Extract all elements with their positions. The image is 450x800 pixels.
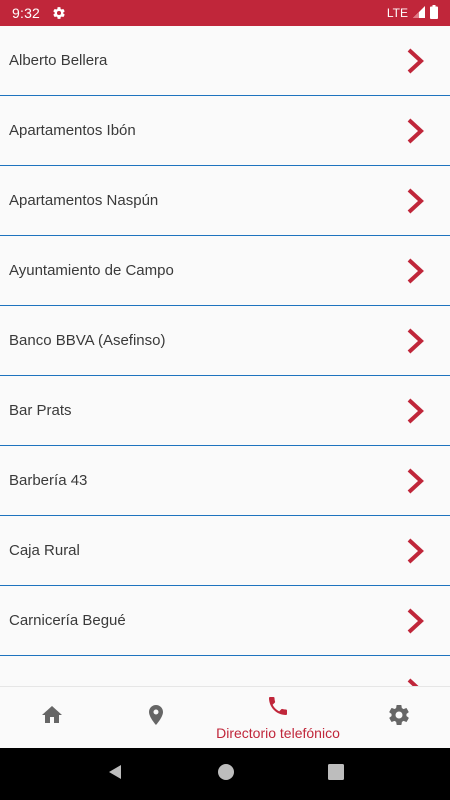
directory-list-item[interactable]: Caja Rural — [0, 516, 450, 586]
bottom-navigation: Directorio telefónico — [0, 686, 450, 748]
status-gear-icon — [52, 6, 66, 20]
directory-list-item[interactable]: Apartamentos Ibón — [0, 96, 450, 166]
phone-icon — [266, 694, 290, 723]
chevron-right-icon — [404, 396, 426, 426]
chevron-right-icon — [404, 536, 426, 566]
nav-home[interactable] — [0, 687, 104, 748]
directory-item-label: Carnicería Begué — [9, 612, 126, 629]
chevron-right-icon — [404, 186, 426, 216]
home-circle-icon[interactable] — [217, 763, 235, 786]
signal-icon — [413, 5, 425, 21]
nav-directory[interactable]: Directorio telefónico — [208, 687, 348, 748]
gear-icon — [387, 703, 411, 732]
back-icon[interactable] — [106, 763, 124, 786]
directory-list-item[interactable]: Banco BBVA (Asefinso) — [0, 306, 450, 376]
directory-list-item[interactable]: Carnicería Begué — [0, 586, 450, 656]
directory-list-item[interactable] — [0, 656, 450, 686]
battery-icon — [430, 4, 438, 22]
nav-map[interactable] — [104, 687, 208, 748]
home-icon — [40, 703, 64, 732]
directory-item-label: Caja Rural — [9, 542, 80, 559]
network-type: LTE — [386, 6, 408, 20]
directory-item-label: Apartamentos Ibón — [9, 122, 136, 139]
status-bar: 9:32 LTE — [0, 0, 450, 26]
chevron-right-icon — [404, 326, 426, 356]
chevron-right-icon — [404, 466, 426, 496]
nav-settings[interactable] — [348, 687, 450, 748]
directory-item-label: Ayuntamiento de Campo — [9, 262, 174, 279]
chevron-right-icon — [404, 676, 426, 686]
chevron-right-icon — [404, 116, 426, 146]
directory-item-label: Bar Prats — [9, 402, 72, 419]
nav-directory-label: Directorio telefónico — [216, 725, 340, 741]
directory-list-item[interactable]: Ayuntamiento de Campo — [0, 236, 450, 306]
directory-item-label: Alberto Bellera — [9, 52, 108, 69]
directory-item-label: Apartamentos Naspún — [9, 192, 159, 209]
status-indicators: LTE — [386, 4, 438, 22]
directory-list-item[interactable]: Apartamentos Naspún — [0, 166, 450, 236]
directory-list-item[interactable]: Alberto Bellera — [0, 26, 450, 96]
system-navigation-bar — [0, 748, 450, 800]
recents-icon[interactable] — [327, 763, 344, 785]
status-time: 9:32 — [12, 5, 41, 21]
chevron-right-icon — [404, 46, 426, 76]
directory-item-label: Banco BBVA (Asefinso) — [9, 332, 166, 349]
directory-list-item[interactable]: Bar Prats — [0, 376, 450, 446]
directory-list-item[interactable]: Barbería 43 — [0, 446, 450, 516]
chevron-right-icon — [404, 606, 426, 636]
directory-list[interactable]: Alberto Bellera Apartamentos Ibón Apartame… — [0, 26, 450, 686]
directory-item-label: Barbería 43 — [9, 472, 88, 489]
location-pin-icon — [144, 703, 168, 732]
chevron-right-icon — [404, 256, 426, 286]
